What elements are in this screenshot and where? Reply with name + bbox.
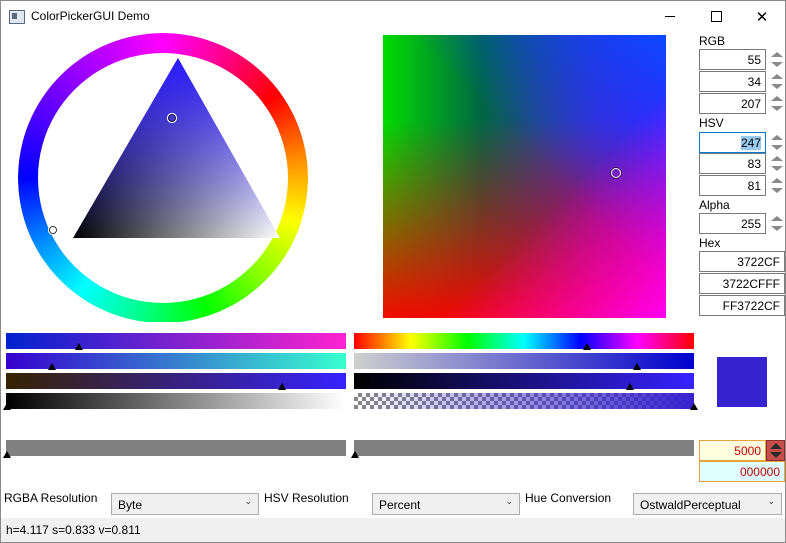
rgba-resolution-select[interactable]: Byte ⌄ [111, 493, 259, 515]
spin-up-icon [770, 178, 783, 183]
spin-down-icon [770, 226, 783, 231]
spin-down-icon [770, 188, 783, 193]
spin-down-icon [770, 166, 783, 171]
spin-up-icon [770, 74, 783, 79]
hex-label: Hex [699, 236, 721, 250]
hue-conversion-value: OstwaldPerceptual [640, 498, 741, 512]
hsv-label: HSV [699, 116, 724, 130]
green-field[interactable]: 34 [699, 71, 766, 92]
hue-wheel-picker[interactable] [1, 32, 331, 322]
hue-conversion-label: Hue Conversion [525, 491, 612, 505]
spin-up-icon [770, 96, 783, 101]
hsv-resolution-select[interactable]: Percent ⌄ [372, 493, 520, 515]
title-bar: ColorPickerGUI Demo ✕ [1, 1, 785, 32]
window-title: ColorPickerGUI Demo [31, 9, 150, 23]
slider-thumb[interactable] [48, 363, 56, 370]
close-button[interactable]: ✕ [739, 1, 785, 32]
hsv-resolution-label: HSV Resolution [264, 491, 349, 505]
slider-thumb[interactable] [3, 403, 11, 410]
app-icon [9, 10, 25, 24]
saturation-spin-arrows[interactable] [768, 154, 785, 173]
spin-up-icon [770, 216, 783, 221]
rgba-resolution-value: Byte [118, 498, 143, 512]
hue-spin-arrows[interactable] [768, 133, 785, 152]
hue-field-value: 247 [740, 136, 761, 150]
slider-thumb[interactable] [351, 451, 359, 458]
chevron-down-icon: ⌄ [244, 497, 252, 507]
rgba-resolution-label: RGBA Resolution [4, 491, 98, 505]
red-spin-arrows[interactable] [768, 50, 785, 69]
alpha-field[interactable]: 255 [699, 213, 766, 234]
slider-thumb[interactable] [278, 383, 286, 390]
maximize-icon [710, 11, 722, 22]
color-square-picker[interactable] [383, 35, 666, 318]
green-spin-arrows[interactable] [768, 72, 785, 91]
maximize-button[interactable] [693, 1, 739, 32]
slider-rgb-blue[interactable] [6, 373, 346, 389]
close-icon: ✕ [755, 7, 769, 26]
slider-hue[interactable] [354, 333, 694, 349]
slider-rgb-green[interactable] [6, 353, 346, 369]
blue-spin-arrows[interactable] [768, 94, 785, 113]
red-field[interactable]: 55 [699, 49, 766, 70]
hex-rgba-field[interactable]: 3722CFFF [699, 273, 785, 294]
number-field[interactable]: 5000 [699, 440, 766, 461]
spin-down-icon [770, 62, 783, 67]
slider-saturation[interactable] [354, 353, 694, 369]
app-window: ColorPickerGUI Demo ✕ RGB 55 34 207 HSV … [0, 0, 786, 543]
spin-up-icon [770, 156, 783, 161]
hex-rgb-field[interactable]: 3722CF [699, 251, 785, 272]
hex-argb-field[interactable]: FF3722CF [699, 295, 785, 316]
slider-thumb[interactable] [633, 363, 641, 370]
slider-thumb[interactable] [690, 403, 698, 410]
color-preview-swatch [717, 357, 767, 407]
blue-field[interactable]: 207 [699, 93, 766, 114]
chevron-down-icon: ⌄ [505, 497, 513, 507]
hex-output-field[interactable]: 000000 [699, 461, 785, 482]
minimize-icon [665, 16, 675, 17]
spin-down-icon [770, 106, 783, 111]
minimize-button[interactable] [647, 1, 693, 32]
slider-thumb[interactable] [75, 343, 83, 350]
chevron-down-icon: ⌄ [767, 497, 775, 507]
saturation-field[interactable]: 83 [699, 153, 766, 174]
value-spin-arrows[interactable] [768, 176, 785, 195]
rgb-label: RGB [699, 34, 726, 48]
slider-thumb[interactable] [3, 451, 11, 458]
slider-thumb[interactable] [583, 343, 591, 350]
alpha-spin-arrows[interactable] [768, 214, 785, 233]
hsv-resolution-value: Percent [379, 498, 421, 512]
hue-field[interactable]: 247 [699, 132, 766, 153]
slider-extra-left[interactable] [6, 440, 346, 456]
status-bar: h=4.117 s=0.833 v=0.811 [1, 518, 785, 542]
spin-down-icon [770, 84, 783, 89]
slider-extra-right[interactable] [354, 440, 694, 456]
hue-conversion-select[interactable]: OstwaldPerceptual ⌄ [633, 493, 782, 515]
number-spin-button[interactable] [766, 440, 785, 461]
spin-up-icon [770, 52, 783, 57]
status-text: h=4.117 s=0.833 v=0.811 [6, 523, 141, 537]
slider-alpha[interactable] [354, 393, 694, 409]
slider-thumb[interactable] [626, 383, 634, 390]
slider-value[interactable] [354, 373, 694, 389]
slider-alpha-gray[interactable] [6, 393, 346, 409]
square-selector[interactable] [611, 168, 621, 178]
slider-rgb-red[interactable] [6, 333, 346, 349]
spin-down-icon [770, 145, 783, 150]
value-field[interactable]: 81 [699, 175, 766, 196]
spin-up-icon [770, 135, 783, 140]
alpha-label: Alpha [699, 198, 730, 212]
